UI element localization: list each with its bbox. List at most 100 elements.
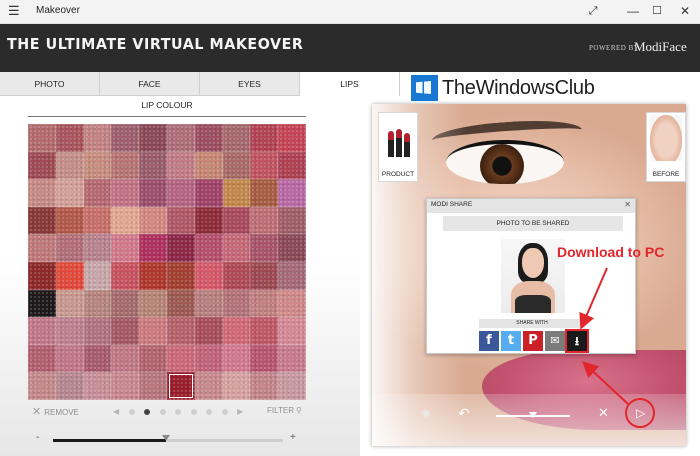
- lip-colour-swatch[interactable]: [28, 344, 56, 373]
- lip-colour-swatch[interactable]: [166, 317, 195, 345]
- lip-colour-swatch[interactable]: [139, 234, 167, 262]
- lip-colour-swatch[interactable]: [111, 124, 140, 152]
- lip-colour-swatch[interactable]: [83, 124, 112, 152]
- lip-colour-swatch[interactable]: [28, 289, 56, 318]
- lip-colour-swatch[interactable]: [222, 261, 251, 290]
- lip-colour-swatch[interactable]: [139, 317, 167, 345]
- lip-colour-swatch[interactable]: [166, 372, 195, 400]
- lip-colour-swatch[interactable]: [28, 234, 56, 262]
- lip-colour-swatch[interactable]: [139, 151, 167, 180]
- pager-prev-icon[interactable]: ◀: [113, 408, 119, 416]
- lip-colour-swatch[interactable]: [250, 344, 279, 373]
- lip-colour-swatch[interactable]: [139, 206, 167, 235]
- lip-colour-swatch[interactable]: [250, 372, 279, 400]
- lip-colour-swatch[interactable]: [28, 124, 56, 152]
- pager-dot[interactable]: [190, 409, 197, 415]
- lip-colour-swatch[interactable]: [28, 317, 56, 345]
- lip-colour-swatch[interactable]: [250, 124, 279, 152]
- lip-colour-swatch[interactable]: [55, 179, 84, 207]
- lip-colour-swatch[interactable]: [28, 206, 56, 235]
- lip-colour-swatch[interactable]: [83, 372, 112, 400]
- lip-colour-swatch[interactable]: [194, 206, 223, 235]
- lip-colour-swatch[interactable]: [55, 344, 84, 373]
- intensity-plus[interactable]: +: [290, 432, 296, 443]
- lip-colour-swatch[interactable]: [83, 234, 112, 262]
- product-button[interactable]: PRODUCT: [378, 112, 418, 182]
- lip-colour-swatch[interactable]: [111, 372, 140, 400]
- lip-colour-swatch[interactable]: [83, 206, 112, 235]
- lip-colour-swatch[interactable]: [278, 124, 306, 152]
- lip-colour-swatch[interactable]: [222, 289, 251, 318]
- lip-colour-swatch[interactable]: [166, 289, 195, 318]
- pager-next-icon[interactable]: ▶: [237, 408, 243, 416]
- lip-colour-swatch[interactable]: [278, 372, 306, 400]
- zoom-slider[interactable]: [496, 412, 570, 418]
- pager-dot[interactable]: [128, 409, 135, 415]
- filter-button[interactable]: FILTER ⚲: [267, 406, 302, 415]
- remove-button[interactable]: ✕ REMOVE: [32, 406, 79, 418]
- download-icon[interactable]: ⭳: [565, 329, 589, 353]
- lip-colour-swatch[interactable]: [194, 289, 223, 318]
- lip-colour-swatch[interactable]: [139, 372, 167, 400]
- lip-colour-swatch[interactable]: [139, 289, 167, 318]
- lip-colour-swatch[interactable]: [166, 124, 195, 152]
- lip-colour-swatch[interactable]: [166, 261, 195, 290]
- tab-eyes[interactable]: EYES: [200, 72, 300, 96]
- lip-colour-swatch[interactable]: [28, 372, 56, 400]
- lip-colour-swatch[interactable]: [278, 344, 306, 373]
- intensity-slider-thumb[interactable]: [161, 435, 170, 441]
- lip-colour-swatch[interactable]: [83, 289, 112, 318]
- lip-colour-swatch[interactable]: [139, 261, 167, 290]
- lip-colour-swatch[interactable]: [278, 289, 306, 318]
- lip-colour-swatch[interactable]: [139, 179, 167, 207]
- lip-colour-swatch[interactable]: [222, 234, 251, 262]
- lip-colour-swatch[interactable]: [166, 179, 195, 207]
- lip-colour-swatch[interactable]: [83, 151, 112, 180]
- twitter-icon[interactable]: t: [501, 331, 521, 351]
- lip-colour-swatch[interactable]: [278, 317, 306, 345]
- intensity-slider[interactable]: [53, 435, 283, 442]
- lip-colour-swatch[interactable]: [111, 344, 140, 373]
- zoom-slider-thumb[interactable]: [529, 412, 537, 418]
- lip-colour-swatch[interactable]: [55, 234, 84, 262]
- pager-dot[interactable]: [206, 409, 213, 415]
- close-icon[interactable]: ✕: [668, 0, 700, 24]
- pager-dot[interactable]: [159, 409, 166, 415]
- lip-colour-swatch[interactable]: [194, 344, 223, 373]
- lip-colour-swatch[interactable]: [250, 206, 279, 235]
- lip-colour-swatch[interactable]: [83, 261, 112, 290]
- lip-colour-swatch[interactable]: [278, 261, 306, 290]
- lip-colour-swatch[interactable]: [139, 124, 167, 152]
- tab-lips[interactable]: LIPS: [300, 72, 400, 96]
- lip-colour-swatch[interactable]: [55, 317, 84, 345]
- lip-colour-swatch[interactable]: [111, 234, 140, 262]
- lip-colour-swatch[interactable]: [250, 179, 279, 207]
- lip-colour-swatch[interactable]: [55, 124, 84, 152]
- lip-colour-swatch[interactable]: [278, 151, 306, 180]
- lip-colour-swatch[interactable]: [166, 344, 195, 373]
- lip-colour-swatch[interactable]: [222, 372, 251, 400]
- lip-colour-swatch[interactable]: [194, 317, 223, 345]
- lip-colour-swatch[interactable]: [166, 206, 195, 235]
- lip-colour-swatch[interactable]: [222, 206, 251, 235]
- lip-colour-swatch[interactable]: [222, 179, 251, 207]
- tab-photo[interactable]: PHOTO: [0, 72, 100, 96]
- lip-colour-swatch[interactable]: [222, 124, 251, 152]
- lip-colour-swatch[interactable]: [250, 289, 279, 318]
- lip-colour-swatch[interactable]: [55, 289, 84, 318]
- lip-colour-swatch[interactable]: [111, 261, 140, 290]
- close-photo-icon[interactable]: ✕: [598, 405, 609, 421]
- lip-colour-swatch[interactable]: [194, 124, 223, 152]
- lip-colour-swatch[interactable]: [222, 317, 251, 345]
- lip-colour-swatch[interactable]: [111, 289, 140, 318]
- lip-colour-swatch[interactable]: [250, 151, 279, 180]
- lip-colour-swatch[interactable]: [28, 179, 56, 207]
- lip-colour-swatch[interactable]: [83, 179, 112, 207]
- lip-colour-swatch[interactable]: [111, 151, 140, 180]
- lip-colour-swatch[interactable]: [166, 234, 195, 262]
- before-button[interactable]: BEFORE: [646, 112, 686, 182]
- lip-colour-swatch[interactable]: [250, 261, 279, 290]
- lip-colour-swatch[interactable]: [55, 372, 84, 400]
- lip-colour-swatch[interactable]: [139, 344, 167, 373]
- intensity-minus[interactable]: -: [36, 432, 39, 443]
